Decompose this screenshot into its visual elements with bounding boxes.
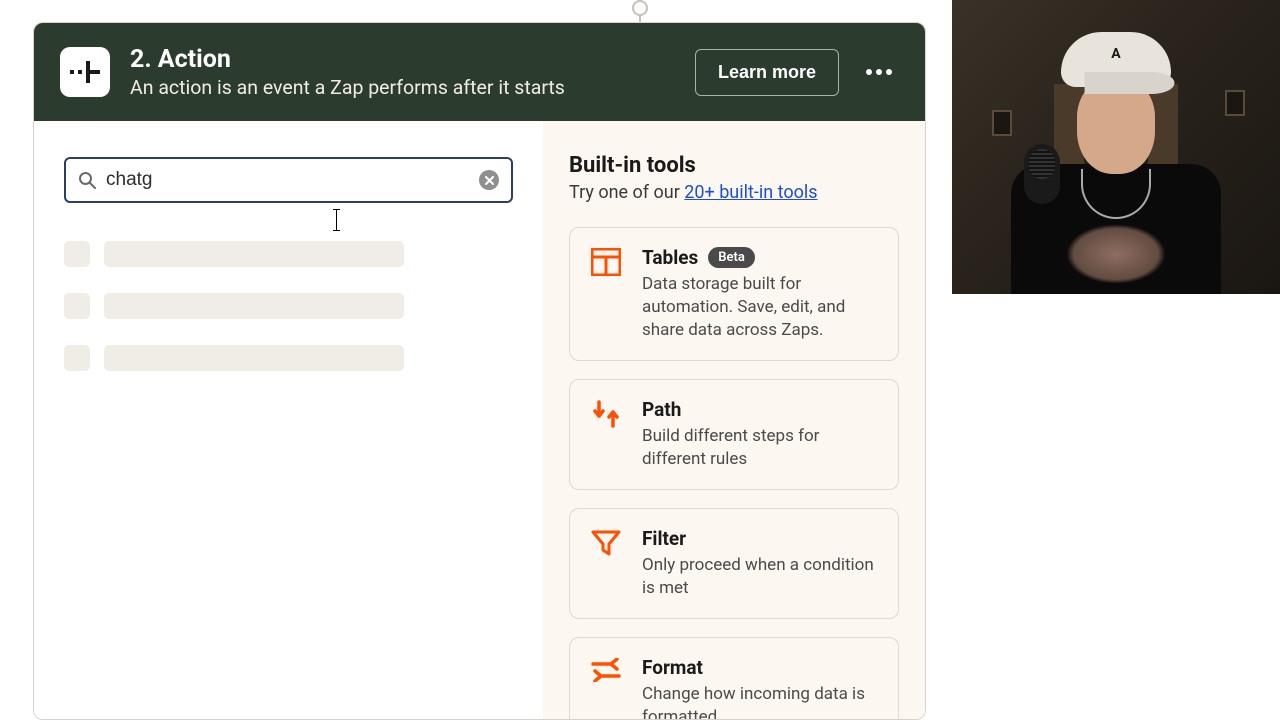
webcam-overlay: A xyxy=(952,0,1280,294)
tool-desc: Only proceed when a condition is met xyxy=(642,554,878,600)
path-icon xyxy=(590,398,622,430)
search-icon xyxy=(78,171,96,189)
tool-desc: Build different steps for different rule… xyxy=(642,425,878,471)
tool-card-tables[interactable]: Tables Beta Data storage built for autom… xyxy=(569,227,899,361)
action-step-panel: 2. Action An action is an event a Zap pe… xyxy=(33,22,926,720)
panel-header: 2. Action An action is an event a Zap pe… xyxy=(34,23,925,121)
tool-title: Format xyxy=(642,656,703,679)
tool-card-filter[interactable]: Filter Only proceed when a condition is … xyxy=(569,508,899,619)
format-icon xyxy=(590,656,622,688)
skeleton-row xyxy=(64,241,513,267)
tool-title: Tables xyxy=(642,246,698,269)
skeleton-row xyxy=(64,293,513,319)
filter-icon xyxy=(590,527,622,559)
panel-title: 2. Action xyxy=(130,45,675,74)
search-results-loading xyxy=(64,241,513,371)
learn-more-button[interactable]: Learn more xyxy=(695,49,839,96)
tool-card-format[interactable]: Format Change how incoming data is forma… xyxy=(569,637,899,720)
tables-icon xyxy=(590,246,622,278)
beta-badge: Beta xyxy=(708,247,755,268)
action-step-icon xyxy=(60,47,110,97)
search-field-wrap[interactable] xyxy=(64,157,513,203)
flow-connector xyxy=(628,0,652,22)
tool-desc: Change how incoming data is formatted xyxy=(642,683,878,720)
app-search-column xyxy=(34,121,543,719)
skeleton-row xyxy=(64,345,513,371)
builtin-tools-column: Built-in tools Try one of our 20+ built-… xyxy=(543,121,925,719)
close-icon xyxy=(485,176,494,185)
search-input[interactable] xyxy=(96,169,479,191)
more-menu-button[interactable] xyxy=(859,69,899,75)
builtin-tools-link[interactable]: 20+ built-in tools xyxy=(684,182,817,203)
text-cursor-icon xyxy=(336,209,337,231)
panel-subtitle: An action is an event a Zap performs aft… xyxy=(130,76,675,99)
tools-sub-prefix: Try one of our xyxy=(569,182,684,203)
tool-card-path[interactable]: Path Build different steps for different… xyxy=(569,379,899,490)
tool-title: Path xyxy=(642,398,681,421)
tools-subheading: Try one of our 20+ built-in tools xyxy=(569,182,899,203)
clear-search-button[interactable] xyxy=(479,170,499,190)
tools-heading: Built-in tools xyxy=(569,153,899,178)
tool-desc: Data storage built for automation. Save,… xyxy=(642,273,878,342)
tool-title: Filter xyxy=(642,527,686,550)
